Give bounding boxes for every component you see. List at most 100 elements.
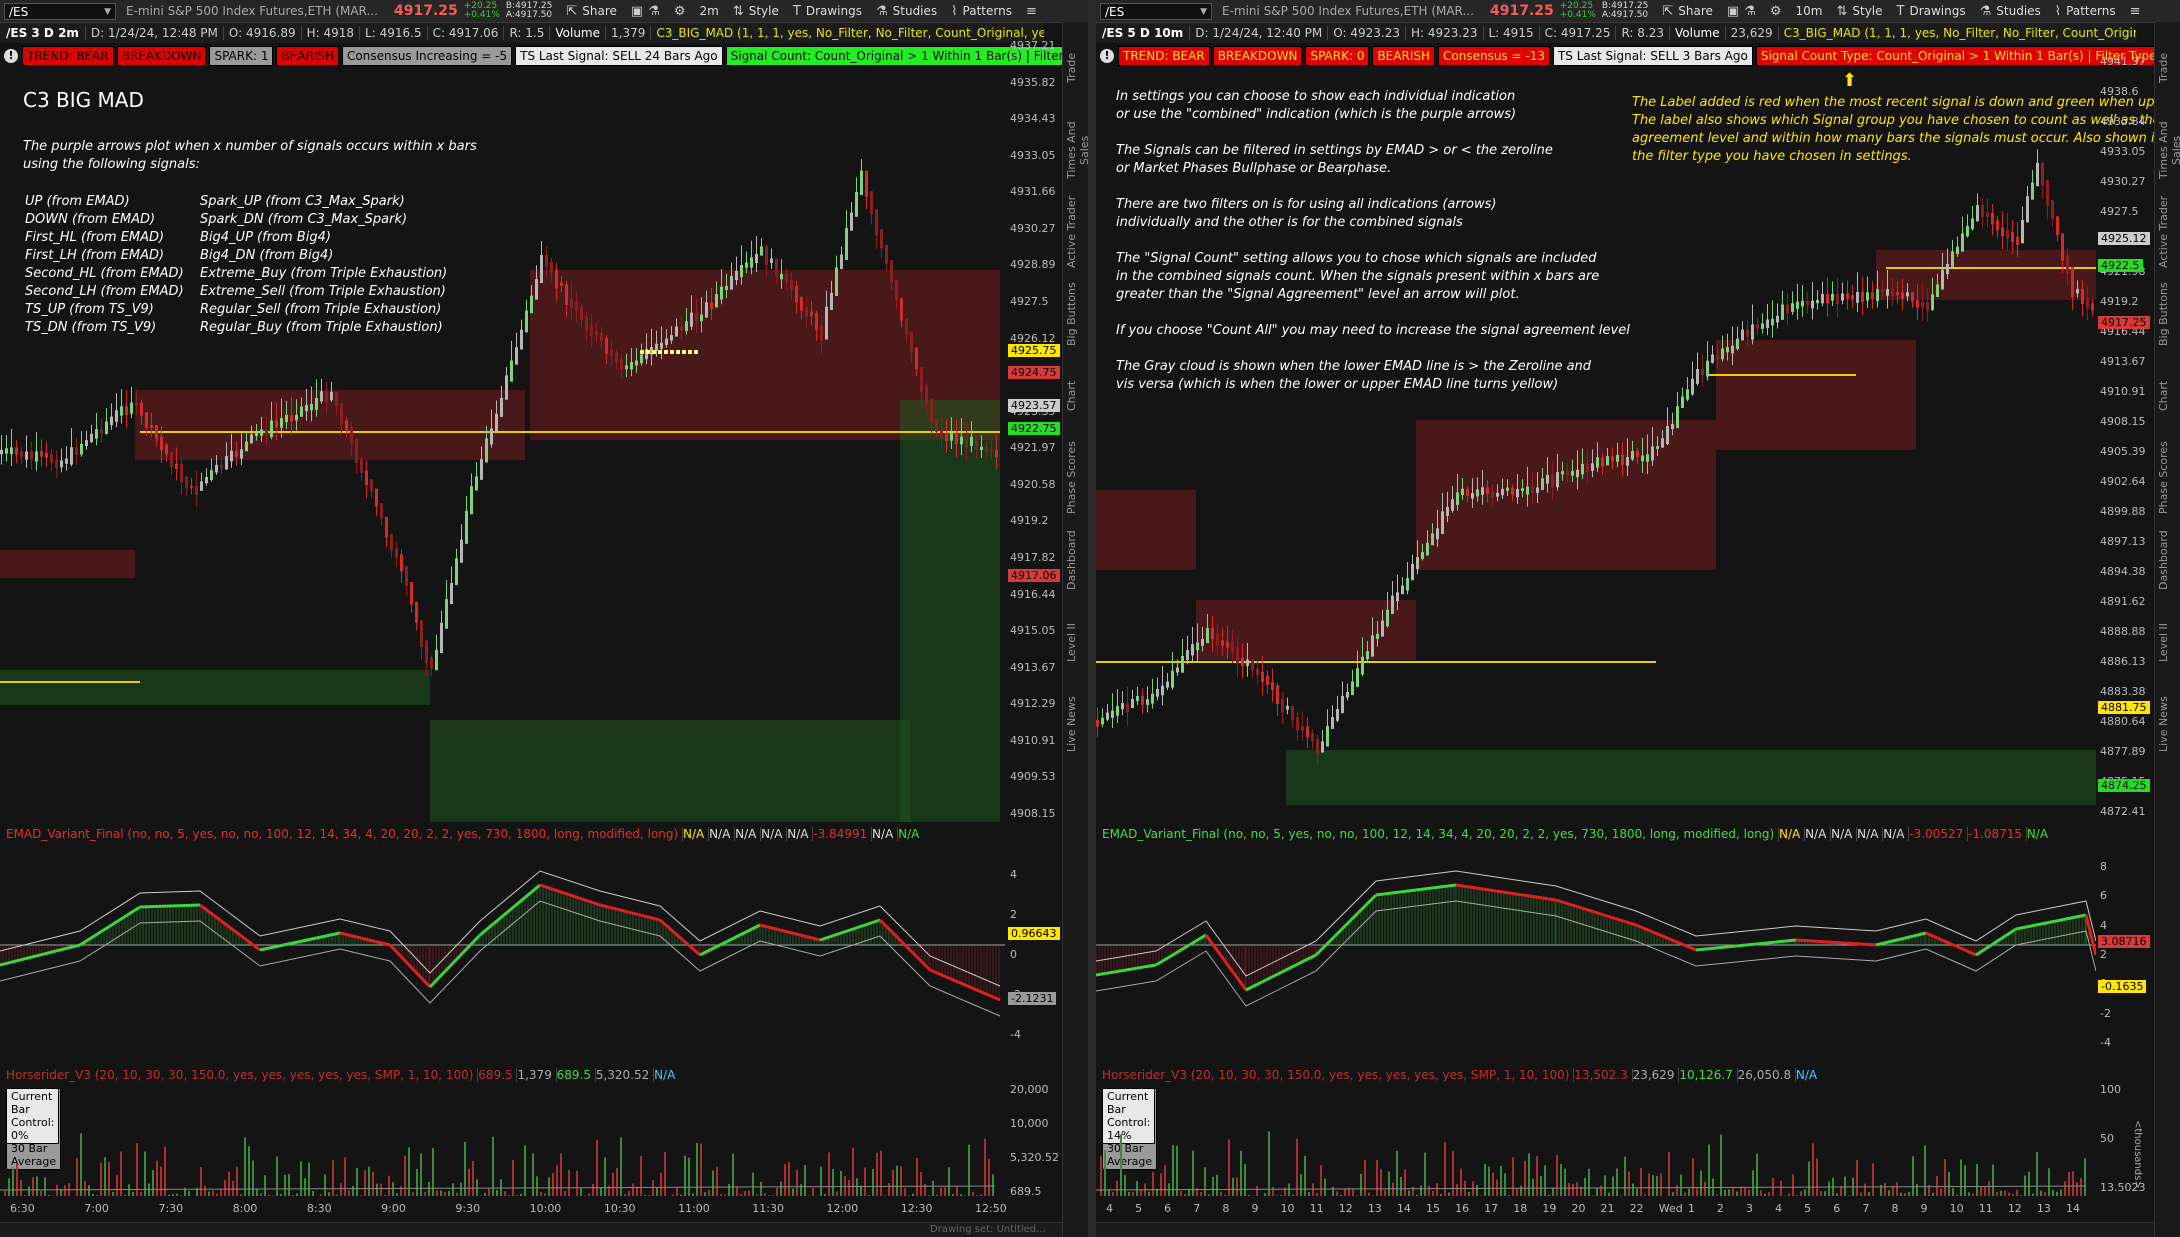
volume-bar	[944, 1187, 946, 1196]
studies-button[interactable]: ⚗ Studies	[876, 4, 937, 19]
studies-button[interactable]: ⚗ Studies	[1980, 4, 2041, 19]
menu-button[interactable]: ≡	[2130, 4, 2141, 19]
axis-tick: 4872.41	[2100, 805, 2146, 818]
candle	[1936, 284, 1939, 298]
candle	[1466, 488, 1469, 496]
candle	[1891, 289, 1894, 296]
volume-bar	[1704, 1181, 1706, 1196]
volume-bar	[1716, 1194, 1718, 1196]
candle	[335, 391, 338, 407]
gear-icon: ⚙	[1769, 3, 1782, 19]
right-time-axis[interactable]: 4 5 6 7 8 9 10 11 12 13 14 15 16 17 18 19 20 21 22 Wed 1 2 3 4 5…	[1096, 1202, 2096, 1220]
volume-bar	[1764, 1193, 1766, 1196]
volume-bar	[308, 1162, 310, 1196]
share-button[interactable]: ⇱ Share	[566, 4, 617, 19]
candle	[1261, 671, 1264, 682]
volume-bar	[84, 1181, 86, 1196]
patterns-button[interactable]: ⌇ Patterns	[2055, 4, 2116, 19]
share-button[interactable]: ⇱ Share	[1662, 4, 1713, 19]
volume-bar	[16, 1163, 18, 1196]
drawings-button[interactable]: T Drawings	[1897, 4, 1966, 19]
candle	[640, 354, 643, 364]
candle	[695, 312, 698, 322]
volume-bar	[1536, 1156, 1538, 1196]
volume-bar	[844, 1176, 846, 1196]
volume-bar	[1244, 1164, 1246, 1196]
alert-icon[interactable]: !	[1100, 49, 1114, 63]
left-time-axis[interactable]: 6:30 7:00 7:30 8:00 8:30 9:00 9:30 10:00 10:30 11…	[0, 1202, 1007, 1220]
volume-bar	[76, 1157, 78, 1196]
alert-icon[interactable]: !	[4, 49, 18, 63]
menu-button[interactable]: ≡	[1026, 4, 1037, 19]
tab-trade: Trade	[1065, 52, 1078, 84]
style-button[interactable]: ⇅ Style	[733, 4, 779, 19]
candle	[1116, 706, 1119, 716]
left-info-study[interactable]: C3_BIG_MAD (1, 1, 1, yes, No_Filter, No_…	[650, 26, 1044, 40]
candle	[325, 391, 328, 403]
candle	[290, 414, 293, 422]
candle	[320, 391, 323, 402]
candle	[430, 657, 433, 669]
volume-bar	[444, 1191, 446, 1196]
volume-bar	[1404, 1169, 1406, 1196]
signal-item: Big4_UP (from Big4)	[200, 230, 331, 245]
price-badge: 4922.5	[2098, 259, 2143, 272]
flask-button[interactable]: ▣ ⚗	[1727, 4, 1756, 19]
right-price-axis[interactable]: 4941.37 4938.6 4935.84 4933.05 4930.27 4927.5…	[2098, 44, 2150, 824]
settings-button[interactable]: ⚙	[674, 4, 686, 19]
volume-bar	[1888, 1190, 1890, 1196]
candle	[1931, 294, 1934, 310]
study-value: -3.00527	[1908, 827, 1968, 841]
time-tick: 5	[1804, 1202, 1812, 1215]
candle	[110, 416, 113, 426]
patterns-button[interactable]: ⌇ Patterns	[951, 4, 1012, 19]
candle	[620, 359, 623, 370]
label-spark: SPARK: 0	[1305, 46, 1370, 66]
volume-bar	[2000, 1190, 2002, 1196]
right-symbol-select[interactable]: /ES ▼	[1100, 2, 1212, 20]
left-volume-chart[interactable]	[0, 1088, 1005, 1200]
volume-bar	[424, 1192, 426, 1196]
volume-bar	[172, 1194, 174, 1196]
flask-button[interactable]: ▣ ⚗	[631, 4, 660, 19]
volume-bar	[28, 1186, 30, 1196]
volume-bar	[232, 1180, 234, 1196]
volume-bar	[164, 1146, 166, 1196]
candle	[310, 403, 313, 411]
candle	[1251, 659, 1254, 671]
drawing-set-label[interactable]: Drawing set: Untitled...	[930, 1224, 1046, 1235]
candle	[940, 429, 943, 438]
left-symbol-select[interactable]: /ES ▼	[4, 2, 116, 20]
tab-times-and-sales: Times And Sales	[2157, 121, 2180, 179]
tab-level-ii: Level II	[2157, 622, 2170, 662]
study-value: 689.5	[555, 1068, 595, 1082]
label-bearish: BEARISH	[276, 46, 339, 66]
right-info-study[interactable]: C3_BIG_MAD (1, 1, 1, yes, No_Filter, No_…	[1777, 26, 2136, 40]
axis-tick: 0	[1010, 948, 1017, 961]
candle	[190, 485, 193, 488]
drawings-button[interactable]: T Drawings	[793, 4, 862, 19]
style-button[interactable]: ⇅ Style	[1836, 4, 1882, 19]
candle	[515, 347, 518, 365]
candle	[1836, 293, 1839, 305]
volume-bar	[432, 1147, 434, 1196]
left-price-axis[interactable]: 4937.21 4935.82 4934.43 4933.05 4931.66 4930.…	[1008, 39, 1060, 824]
right-volume-chart[interactable]	[1096, 1088, 2096, 1200]
interval-button[interactable]: 10m	[1796, 4, 1823, 18]
volume-bar	[1884, 1182, 1886, 1196]
candle	[1631, 450, 1634, 460]
left-price-chart[interactable]	[0, 70, 1005, 822]
left-emad-chart[interactable]	[0, 845, 1005, 1060]
volume-bar	[1520, 1185, 1522, 1196]
candle	[830, 292, 833, 310]
volume-bar	[1972, 1193, 1974, 1196]
interval-button[interactable]: 2m	[700, 4, 719, 18]
candle	[250, 434, 253, 444]
right-emad-chart[interactable]	[1096, 845, 2096, 1060]
volume-bar	[1820, 1191, 1822, 1196]
candle	[115, 410, 118, 422]
pane-separator[interactable]	[1088, 0, 1096, 1237]
left-info-high: H: 4918	[300, 26, 359, 40]
settings-button[interactable]: ⚙	[1770, 4, 1782, 19]
volume-bar	[1516, 1188, 1518, 1196]
